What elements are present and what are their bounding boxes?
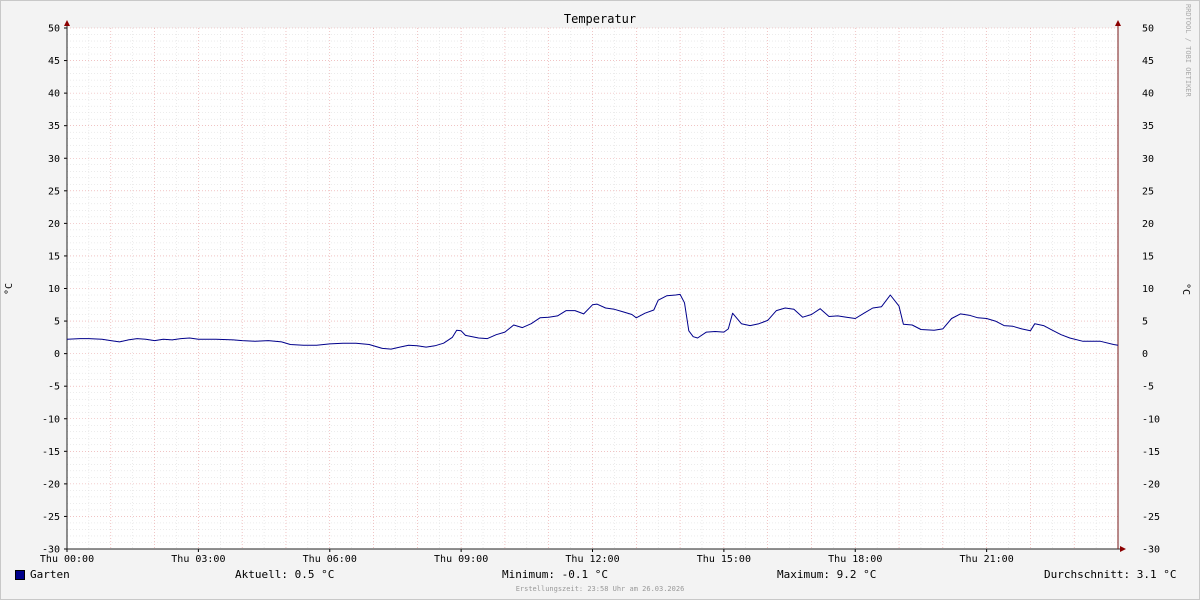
y-tick-label-left: 20	[48, 219, 60, 230]
chart-title: Temperatur	[564, 12, 636, 26]
y-tick-label-left: 25	[48, 186, 60, 197]
y-axis-arrow-right	[1115, 20, 1121, 26]
y-tick-label-left: -10	[42, 414, 60, 425]
creation-time: Erstellungszeit: 23:58 Uhr am 26.03.2026	[515, 585, 685, 593]
y-tick-label-left: 5	[54, 317, 60, 328]
y-tick-label-right: -20	[1142, 479, 1160, 490]
y-tick-label-left: 50	[48, 24, 60, 35]
legend-maximum: Maximum: 9.2 °C	[777, 568, 877, 581]
y-tick-label-right: -10	[1142, 414, 1160, 425]
y-tick-label-left: 15	[48, 251, 60, 262]
x-tick-label: Thu 03:00	[171, 554, 225, 565]
legend-swatch-garten	[15, 570, 25, 580]
y-tick-label-right: 0	[1142, 349, 1148, 360]
x-axis-arrow	[1120, 546, 1126, 552]
y-tick-label-right: 35	[1142, 121, 1154, 132]
x-tick-label: Thu 15:00	[697, 554, 751, 565]
y-tick-label-right: -25	[1142, 512, 1160, 523]
x-tick-label: Thu 06:00	[303, 554, 357, 565]
y-tick-label-right: 10	[1142, 284, 1154, 295]
legend-minimum: Minimum: -0.1 °C	[502, 568, 608, 581]
y-tick-label-left: 10	[48, 284, 60, 295]
y-tick-label-left: -15	[42, 447, 60, 458]
rrdtool-credit: RRDTOOL / TOBI OETIKER	[1184, 4, 1192, 97]
y-tick-label-right: 45	[1142, 56, 1154, 67]
y-tick-label-left: -5	[48, 382, 60, 393]
temperature-chart: 50 5045 4540 4035 3530 3025 2520 2015 1510 105 50 0…	[4, 12, 1191, 565]
y-tick-label-right: 25	[1142, 186, 1154, 197]
x-tick-label: Thu 00:00	[40, 554, 94, 565]
x-tick-label: Thu 12:00	[565, 554, 619, 565]
y-tick-label-left: 45	[48, 56, 60, 67]
y-tick-label-right: 40	[1142, 89, 1154, 100]
y-tick-label-right: 30	[1142, 154, 1154, 165]
y-tick-label-right: -15	[1142, 447, 1160, 458]
y-tick-label-left: -25	[42, 512, 60, 523]
y-tick-label-left: 40	[48, 89, 60, 100]
y-tick-label-right: 5	[1142, 317, 1148, 328]
y-axis-arrow-left	[64, 20, 70, 26]
y-tick-label-right: 50	[1142, 24, 1154, 35]
y-tick-label-left: 35	[48, 121, 60, 132]
y-axis-label-left: °C	[4, 283, 15, 295]
x-tick-label: Thu 18:00	[828, 554, 882, 565]
y-tick-label-right: 15	[1142, 251, 1154, 262]
y-tick-label-left: 30	[48, 154, 60, 165]
y-tick-label-left: 0	[54, 349, 60, 360]
y-tick-label-right: 20	[1142, 219, 1154, 230]
x-tick-label: Thu 21:00	[960, 554, 1014, 565]
legend-current: Aktuell: 0.5 °C	[235, 568, 335, 581]
y-tick-label-left: -20	[42, 479, 60, 490]
y-tick-label-right: -5	[1142, 382, 1154, 393]
legend-average: Durchschnitt: 3.1 °C	[1044, 568, 1177, 581]
x-tick-label: Thu 09:00	[434, 554, 488, 565]
legend-series-name: Garten	[30, 568, 70, 581]
y-axis-label-right: °C	[1180, 283, 1191, 295]
grid	[67, 27, 1118, 550]
y-tick-label-right: -30	[1142, 545, 1160, 556]
